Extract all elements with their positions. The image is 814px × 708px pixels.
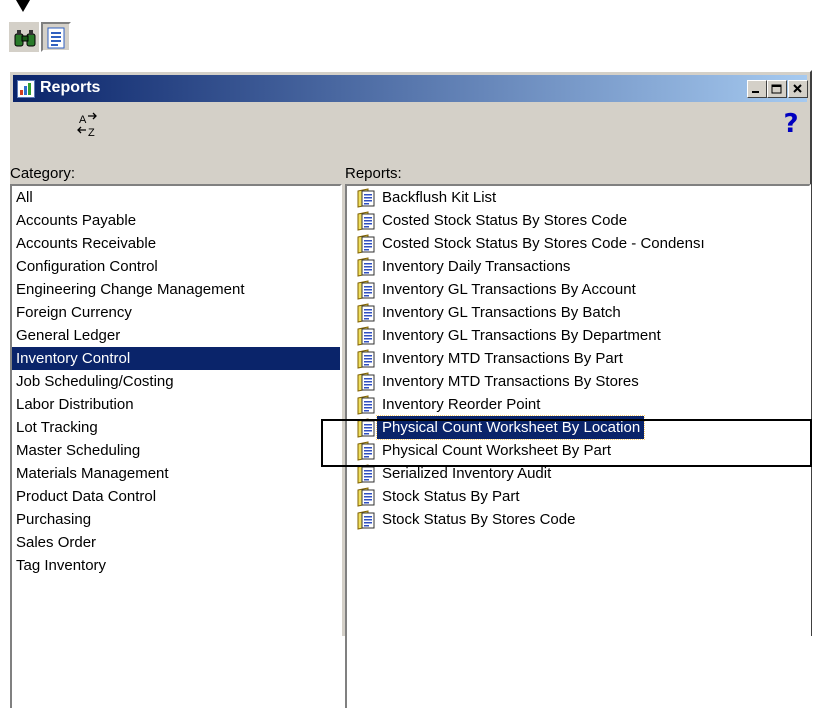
category-label: Category:	[10, 165, 76, 182]
report-document-icon	[355, 464, 377, 484]
binoculars-icon	[14, 30, 36, 47]
report-item-label: Inventory GL Transactions By Batch	[382, 304, 621, 321]
maximize-button[interactable]	[767, 80, 787, 98]
report-item[interactable]: Inventory MTD Transactions By Part	[347, 347, 809, 370]
report-item[interactable]: Backflush Kit List	[347, 186, 809, 209]
category-item[interactable]: Sales Order	[12, 531, 340, 554]
category-listbox[interactable]: All Accounts Payable Accounts Receivable Co…	[10, 184, 342, 708]
report-document-icon	[355, 257, 377, 277]
report-document-icon	[355, 211, 377, 231]
report-item[interactable]: Inventory GL Transactions By Account	[347, 278, 809, 301]
category-item[interactable]: Accounts Payable	[12, 209, 340, 232]
report-item[interactable]: Inventory GL Transactions By Department	[347, 324, 809, 347]
report-list-icon	[47, 27, 65, 49]
report-item[interactable]: Costed Stock Status By Stores Code - Con…	[347, 232, 809, 255]
report-item-label: Inventory Reorder Point	[382, 396, 541, 413]
category-item[interactable]: Accounts Receivable	[12, 232, 340, 255]
svg-text:Z: Z	[88, 127, 95, 139]
report-item-label: Inventory GL Transactions By Department	[382, 327, 661, 344]
category-item[interactable]: Job Scheduling/Costing	[12, 370, 340, 393]
report-item-label: Inventory GL Transactions By Account	[382, 281, 636, 298]
sort-az-icon: A Z	[77, 112, 97, 139]
category-item[interactable]: Inventory Control	[12, 347, 340, 370]
report-document-icon	[355, 280, 377, 300]
window-title: Reports	[40, 79, 101, 96]
report-document-icon	[355, 349, 377, 369]
category-item[interactable]: All	[12, 186, 340, 209]
close-icon	[793, 84, 802, 93]
report-item[interactable]: Inventory MTD Transactions By Stores	[347, 370, 809, 393]
category-item[interactable]: Master Scheduling	[12, 439, 340, 462]
report-document-icon	[355, 188, 377, 208]
report-document-icon	[355, 234, 377, 254]
category-item[interactable]: Configuration Control	[12, 255, 340, 278]
maximize-icon	[771, 84, 782, 94]
report-item-label: Costed Stock Status By Stores Code - Con…	[382, 235, 705, 252]
report-document-icon	[355, 372, 377, 392]
report-document-icon	[355, 395, 377, 415]
category-item[interactable]: General Ledger	[12, 324, 340, 347]
report-item[interactable]: Inventory Daily Transactions	[347, 255, 809, 278]
reports-label: Reports:	[345, 165, 402, 182]
find-button[interactable]	[9, 22, 39, 52]
reports-window: Reports A Z ? Category: Reports: All Acco…	[8, 70, 812, 708]
report-item-label: Stock Status By Part	[382, 488, 520, 505]
category-item[interactable]: Purchasing	[12, 508, 340, 531]
report-document-icon	[355, 326, 377, 346]
report-item[interactable]: Stock Status By Stores Code	[347, 508, 809, 531]
help-button[interactable]: ?	[777, 108, 807, 142]
help-icon: ?	[783, 109, 799, 139]
report-item-label: Inventory MTD Transactions By Stores	[382, 373, 639, 390]
minimize-icon	[752, 91, 759, 93]
report-item[interactable]: Inventory GL Transactions By Batch	[347, 301, 809, 324]
category-item[interactable]: Product Data Control	[12, 485, 340, 508]
report-item-label: Inventory MTD Transactions By Part	[382, 350, 623, 367]
pointer-arrow-icon	[16, 0, 30, 12]
reports-window-icon	[17, 80, 35, 98]
report-item[interactable]: Inventory Reorder Point	[347, 393, 809, 416]
close-button[interactable]	[788, 80, 808, 98]
category-item[interactable]: Foreign Currency	[12, 301, 340, 324]
category-item[interactable]: Tag Inventory	[12, 554, 340, 577]
svg-text:A: A	[79, 114, 87, 126]
title-bar[interactable]: Reports	[13, 75, 808, 102]
report-item[interactable]: Costed Stock Status By Stores Code	[347, 209, 809, 232]
report-item[interactable]: Stock Status By Part	[347, 485, 809, 508]
category-item[interactable]: Labor Distribution	[12, 393, 340, 416]
report-item-label: Stock Status By Stores Code	[382, 511, 576, 528]
report-item-label: Backflush Kit List	[382, 189, 497, 206]
report-document-icon	[355, 487, 377, 507]
sort-button[interactable]: A Z	[65, 108, 109, 142]
minimize-button[interactable]	[747, 80, 767, 98]
category-item[interactable]: Engineering Change Management	[12, 278, 340, 301]
report-document-icon	[355, 510, 377, 530]
report-document-icon	[355, 303, 377, 323]
category-item[interactable]: Materials Management	[12, 462, 340, 485]
report-item-label: Costed Stock Status By Stores Code	[382, 212, 628, 229]
category-item[interactable]: Lot Tracking	[12, 416, 340, 439]
report-item-label: Inventory Daily Transactions	[382, 258, 571, 275]
highlight-box	[321, 419, 812, 467]
reports-toolbar-button[interactable]	[41, 22, 71, 52]
